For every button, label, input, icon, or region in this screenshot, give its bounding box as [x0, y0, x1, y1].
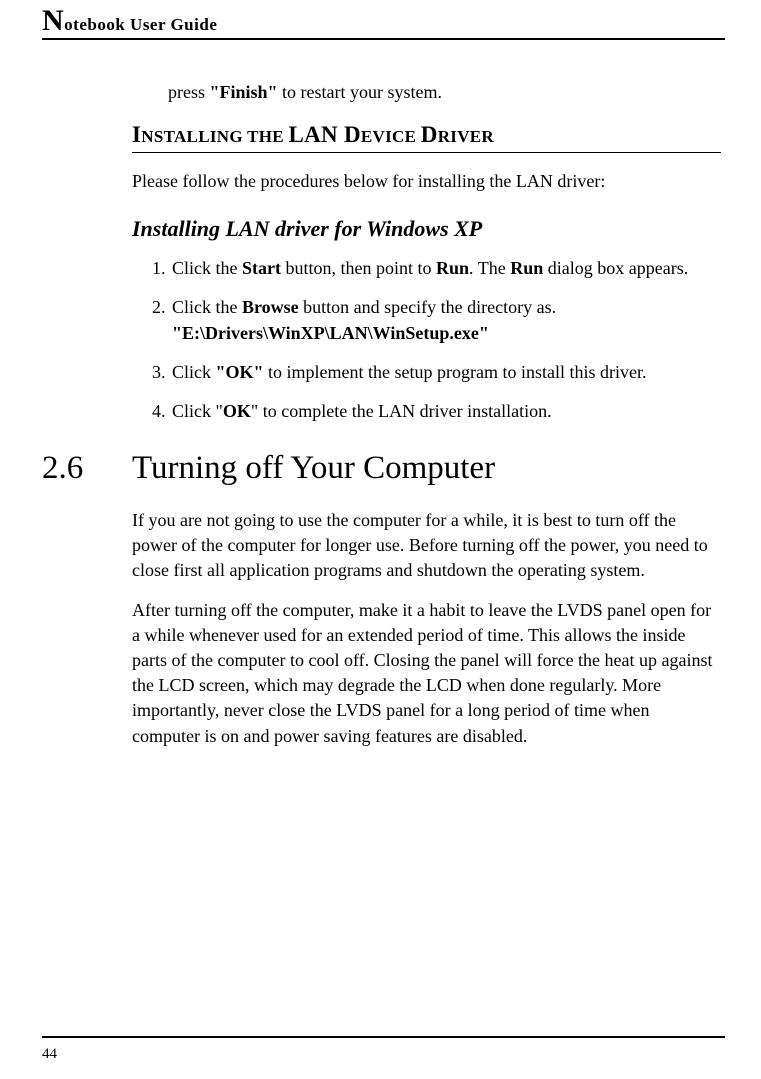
step-item: Click "OK" to implement the setup progra…	[170, 360, 721, 385]
header-title-rest: otebook User Guide	[64, 15, 217, 34]
step-item: Click "OK" to complete the LAN driver in…	[170, 399, 721, 424]
footer-rule	[42, 1036, 725, 1038]
page-number: 44	[42, 1046, 725, 1063]
continuation-bold: "Finish"	[210, 82, 278, 102]
para-turnoff-1: If you are not going to use the computer…	[132, 508, 721, 584]
intro-para: Please follow the procedures below for i…	[132, 169, 721, 194]
page-footer: 44	[42, 1036, 725, 1063]
section-number: 2.6	[42, 450, 132, 487]
continuation-pre: press	[168, 82, 210, 102]
content-area: press "Finish" to restart your system. I…	[132, 40, 721, 749]
continuation-post: to restart your system.	[278, 82, 442, 102]
page-header: Notebook User Guide	[42, 0, 725, 40]
section-heading-rule	[132, 152, 721, 153]
continuation-line: press "Finish" to restart your system.	[168, 80, 721, 104]
step-item: Click the Browse button and specify the …	[170, 295, 721, 345]
steps-list: Click the Start button, then point to Ru…	[132, 256, 721, 424]
header-title: Notebook User Guide	[42, 6, 725, 36]
step-item: Click the Start button, then point to Ru…	[170, 256, 721, 281]
para-turnoff-2: After turning off the computer, make it …	[132, 598, 721, 749]
sub-heading-xp: Installing LAN driver for Windows XP	[132, 216, 721, 242]
section-2-6-heading: 2.6 Turning off Your Computer	[42, 450, 721, 488]
section-title: Turning off Your Computer	[132, 450, 495, 488]
section-heading-lan-driver: INSTALLING THE LAN DEVICE DRIVER	[132, 122, 721, 148]
header-title-dropcap: N	[42, 4, 64, 37]
